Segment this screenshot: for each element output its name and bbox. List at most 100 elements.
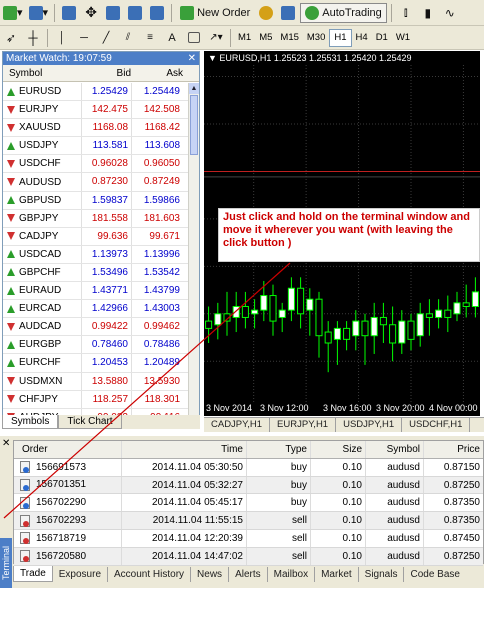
market-watch-row[interactable]: USDCHF 0.96028 0.96050 — [3, 155, 189, 174]
trendline-tool[interactable]: ╱ — [96, 28, 116, 48]
market-watch-row[interactable]: EURJPY 142.475 142.508 — [3, 101, 189, 120]
tab-chart-usdjpy[interactable]: USDJPY,H1 — [336, 418, 403, 432]
vertical-line-tool[interactable]: │ — [52, 28, 72, 48]
timeframe-w1[interactable]: W1 — [392, 29, 414, 47]
trade-row[interactable]: 156718719 2014.11.04 12:20:39 sell 0.10 audu… — [14, 529, 483, 548]
tab-trade[interactable]: Trade — [13, 566, 53, 582]
cursor-tool[interactable]: ➶ — [1, 28, 21, 48]
market-watch-title-bar[interactable]: Market Watch: 19:07:59 ✕ — [3, 52, 199, 65]
close-icon[interactable]: ✕ — [188, 52, 196, 65]
arrow-down-icon — [7, 159, 15, 168]
column-header-bid[interactable]: Bid — [81, 65, 131, 81]
column-header-size[interactable]: Size — [310, 441, 365, 458]
ask-value: 0.99462 — [131, 318, 183, 336]
bid-value: 0.87230 — [81, 173, 131, 191]
tester-button[interactable] — [147, 3, 167, 23]
market-watch-row[interactable]: GBPJPY 181.558 181.603 — [3, 209, 189, 228]
tab-mailbox[interactable]: Mailbox — [268, 566, 316, 582]
market-watch-row[interactable]: EURAUD 1.43771 1.43799 — [3, 282, 189, 301]
timeframe-m1[interactable]: M1 — [234, 29, 255, 47]
tab-exposure[interactable]: Exposure — [53, 566, 109, 582]
tab-symbols[interactable]: Symbols — [2, 415, 59, 429]
column-header-symbol[interactable]: Symbol — [365, 441, 423, 458]
timeframe-h4[interactable]: H4 — [352, 29, 372, 47]
order-symbol: audusd — [365, 458, 423, 476]
bar-chart-button[interactable]: ⫾ — [396, 3, 416, 23]
column-header-type[interactable]: Type — [246, 441, 310, 458]
terminal-side-bar[interactable]: ✕ Terminal — [0, 436, 12, 588]
market-watch-row[interactable]: USDJPY 113.581 113.608 — [3, 137, 189, 156]
column-header-ask[interactable]: Ask — [131, 65, 183, 81]
tab-market[interactable]: Market — [315, 566, 359, 582]
candle-body — [241, 306, 249, 318]
text-label-tool[interactable] — [184, 28, 204, 48]
trade-row[interactable]: 156691573 2014.11.04 05:30:50 buy 0.10 audus… — [14, 458, 483, 477]
market-watch-button[interactable] — [59, 3, 79, 23]
market-watch-row[interactable]: EURGBP 0.78460 0.78486 — [3, 336, 189, 355]
tab-signals[interactable]: Signals — [359, 566, 405, 582]
market-watch-row[interactable]: EURCAD 1.42966 1.43003 — [3, 300, 189, 319]
candlestick-button[interactable]: ▮ — [418, 3, 438, 23]
trade-row[interactable]: 156720580 2014.11.04 14:47:02 sell 0.10 audu… — [14, 547, 483, 566]
equidistant-channel-tool[interactable]: ⫽ — [118, 28, 138, 48]
tab-chart-eurjpy[interactable]: EURJPY,H1 — [270, 418, 337, 432]
timeframe-d1[interactable]: D1 — [372, 29, 392, 47]
ask-value: 118.301 — [131, 390, 183, 408]
timeframe-h1[interactable]: H1 — [329, 28, 352, 47]
data-window-button[interactable] — [103, 3, 123, 23]
trade-row[interactable]: 156702290 2014.11.04 05:45:17 buy 0.10 audus… — [14, 494, 483, 513]
tab-news[interactable]: News — [191, 566, 230, 582]
column-header-symbol[interactable]: Symbol — [3, 65, 81, 81]
market-watch-row[interactable]: USDMXN 13.5880 13.5930 — [3, 372, 189, 391]
options-button[interactable] — [278, 3, 298, 23]
tab-chart-usdchf[interactable]: USDCHF,H1 — [402, 418, 471, 432]
market-watch-row[interactable]: XAUUSD 1168.08 1168.42 — [3, 119, 189, 138]
market-watch-row[interactable]: USDCAD 1.13973 1.13996 — [3, 245, 189, 264]
scrollbar-thumb[interactable] — [190, 95, 198, 155]
trade-rows: 156691573 2014.11.04 05:30:50 buy 0.10 audus… — [14, 458, 483, 566]
trade-row[interactable]: 156702293 2014.11.04 11:55:15 sell 0.10 audu… — [14, 512, 483, 530]
navigator-button[interactable]: ✥ — [81, 3, 101, 23]
order-time: 2014.11.04 14:47:02 — [121, 547, 246, 565]
text-tool[interactable]: A — [162, 28, 182, 48]
crosshair-tool[interactable]: ┼ — [23, 28, 43, 48]
metaeditor-button[interactable] — [256, 3, 276, 23]
market-watch-row[interactable]: CHFJPY 118.257 118.301 — [3, 390, 189, 409]
line-chart-button[interactable]: ∿ — [440, 3, 460, 23]
ask-value: 0.96050 — [131, 155, 183, 173]
timeframe-m30[interactable]: M30 — [303, 29, 329, 47]
timeframe-m5[interactable]: M5 — [255, 29, 276, 47]
column-header-order[interactable]: Order — [14, 444, 121, 455]
trade-row[interactable]: 156701351 2014.11.04 05:32:27 buy 0.10 audus… — [14, 476, 483, 495]
new-chart-button[interactable]: ▾ — [1, 3, 25, 23]
new-order-button[interactable]: New Order — [176, 3, 254, 23]
market-watch-row[interactable]: GBPCHF 1.53496 1.53542 — [3, 263, 189, 283]
ask-value: 99.671 — [131, 227, 183, 245]
column-header-time[interactable]: Time — [121, 441, 246, 458]
market-watch-row[interactable]: EURCHF 1.20453 1.20489 — [3, 354, 189, 373]
timeframe-m15[interactable]: M15 — [276, 29, 302, 47]
autotrading-button[interactable]: AutoTrading — [300, 2, 387, 23]
bid-value: 1.13973 — [81, 245, 131, 263]
market-watch-row[interactable]: EURUSD 1.25429 1.25449 — [3, 83, 189, 102]
close-icon[interactable]: ✕ — [2, 438, 10, 449]
column-header-price[interactable]: Price — [423, 441, 483, 458]
arrow-up-icon — [7, 87, 15, 96]
tab-tick-chart[interactable]: Tick Chart — [58, 415, 122, 429]
arrows-tool[interactable]: ↗▾ — [206, 28, 226, 48]
horizontal-line-tool[interactable]: ─ — [74, 28, 94, 48]
market-watch-scrollbar[interactable]: ▲ ▼ — [188, 83, 199, 429]
profiles-button[interactable]: ▾ — [27, 3, 51, 23]
tab-code-base[interactable]: Code Base — [404, 567, 465, 582]
tab-chart-cadjpy[interactable]: CADJPY,H1 — [204, 418, 271, 432]
symbol-name: EURJPY — [19, 104, 59, 116]
tab-alerts[interactable]: Alerts — [229, 566, 268, 582]
fibonacci-tool[interactable]: ≡ — [140, 28, 160, 48]
tab-account-history[interactable]: Account History — [108, 566, 192, 582]
market-watch-row[interactable]: GBPUSD 1.59837 1.59866 — [3, 191, 189, 210]
market-watch-row[interactable]: CADJPY 99.636 99.671 — [3, 227, 189, 246]
terminal-button[interactable] — [125, 3, 145, 23]
market-watch-row[interactable]: AUDUSD 0.87230 0.87249 — [3, 173, 189, 192]
market-watch-row[interactable]: AUDCAD 0.99422 0.99462 — [3, 318, 189, 337]
scroll-up-arrow-icon[interactable]: ▲ — [189, 83, 199, 94]
